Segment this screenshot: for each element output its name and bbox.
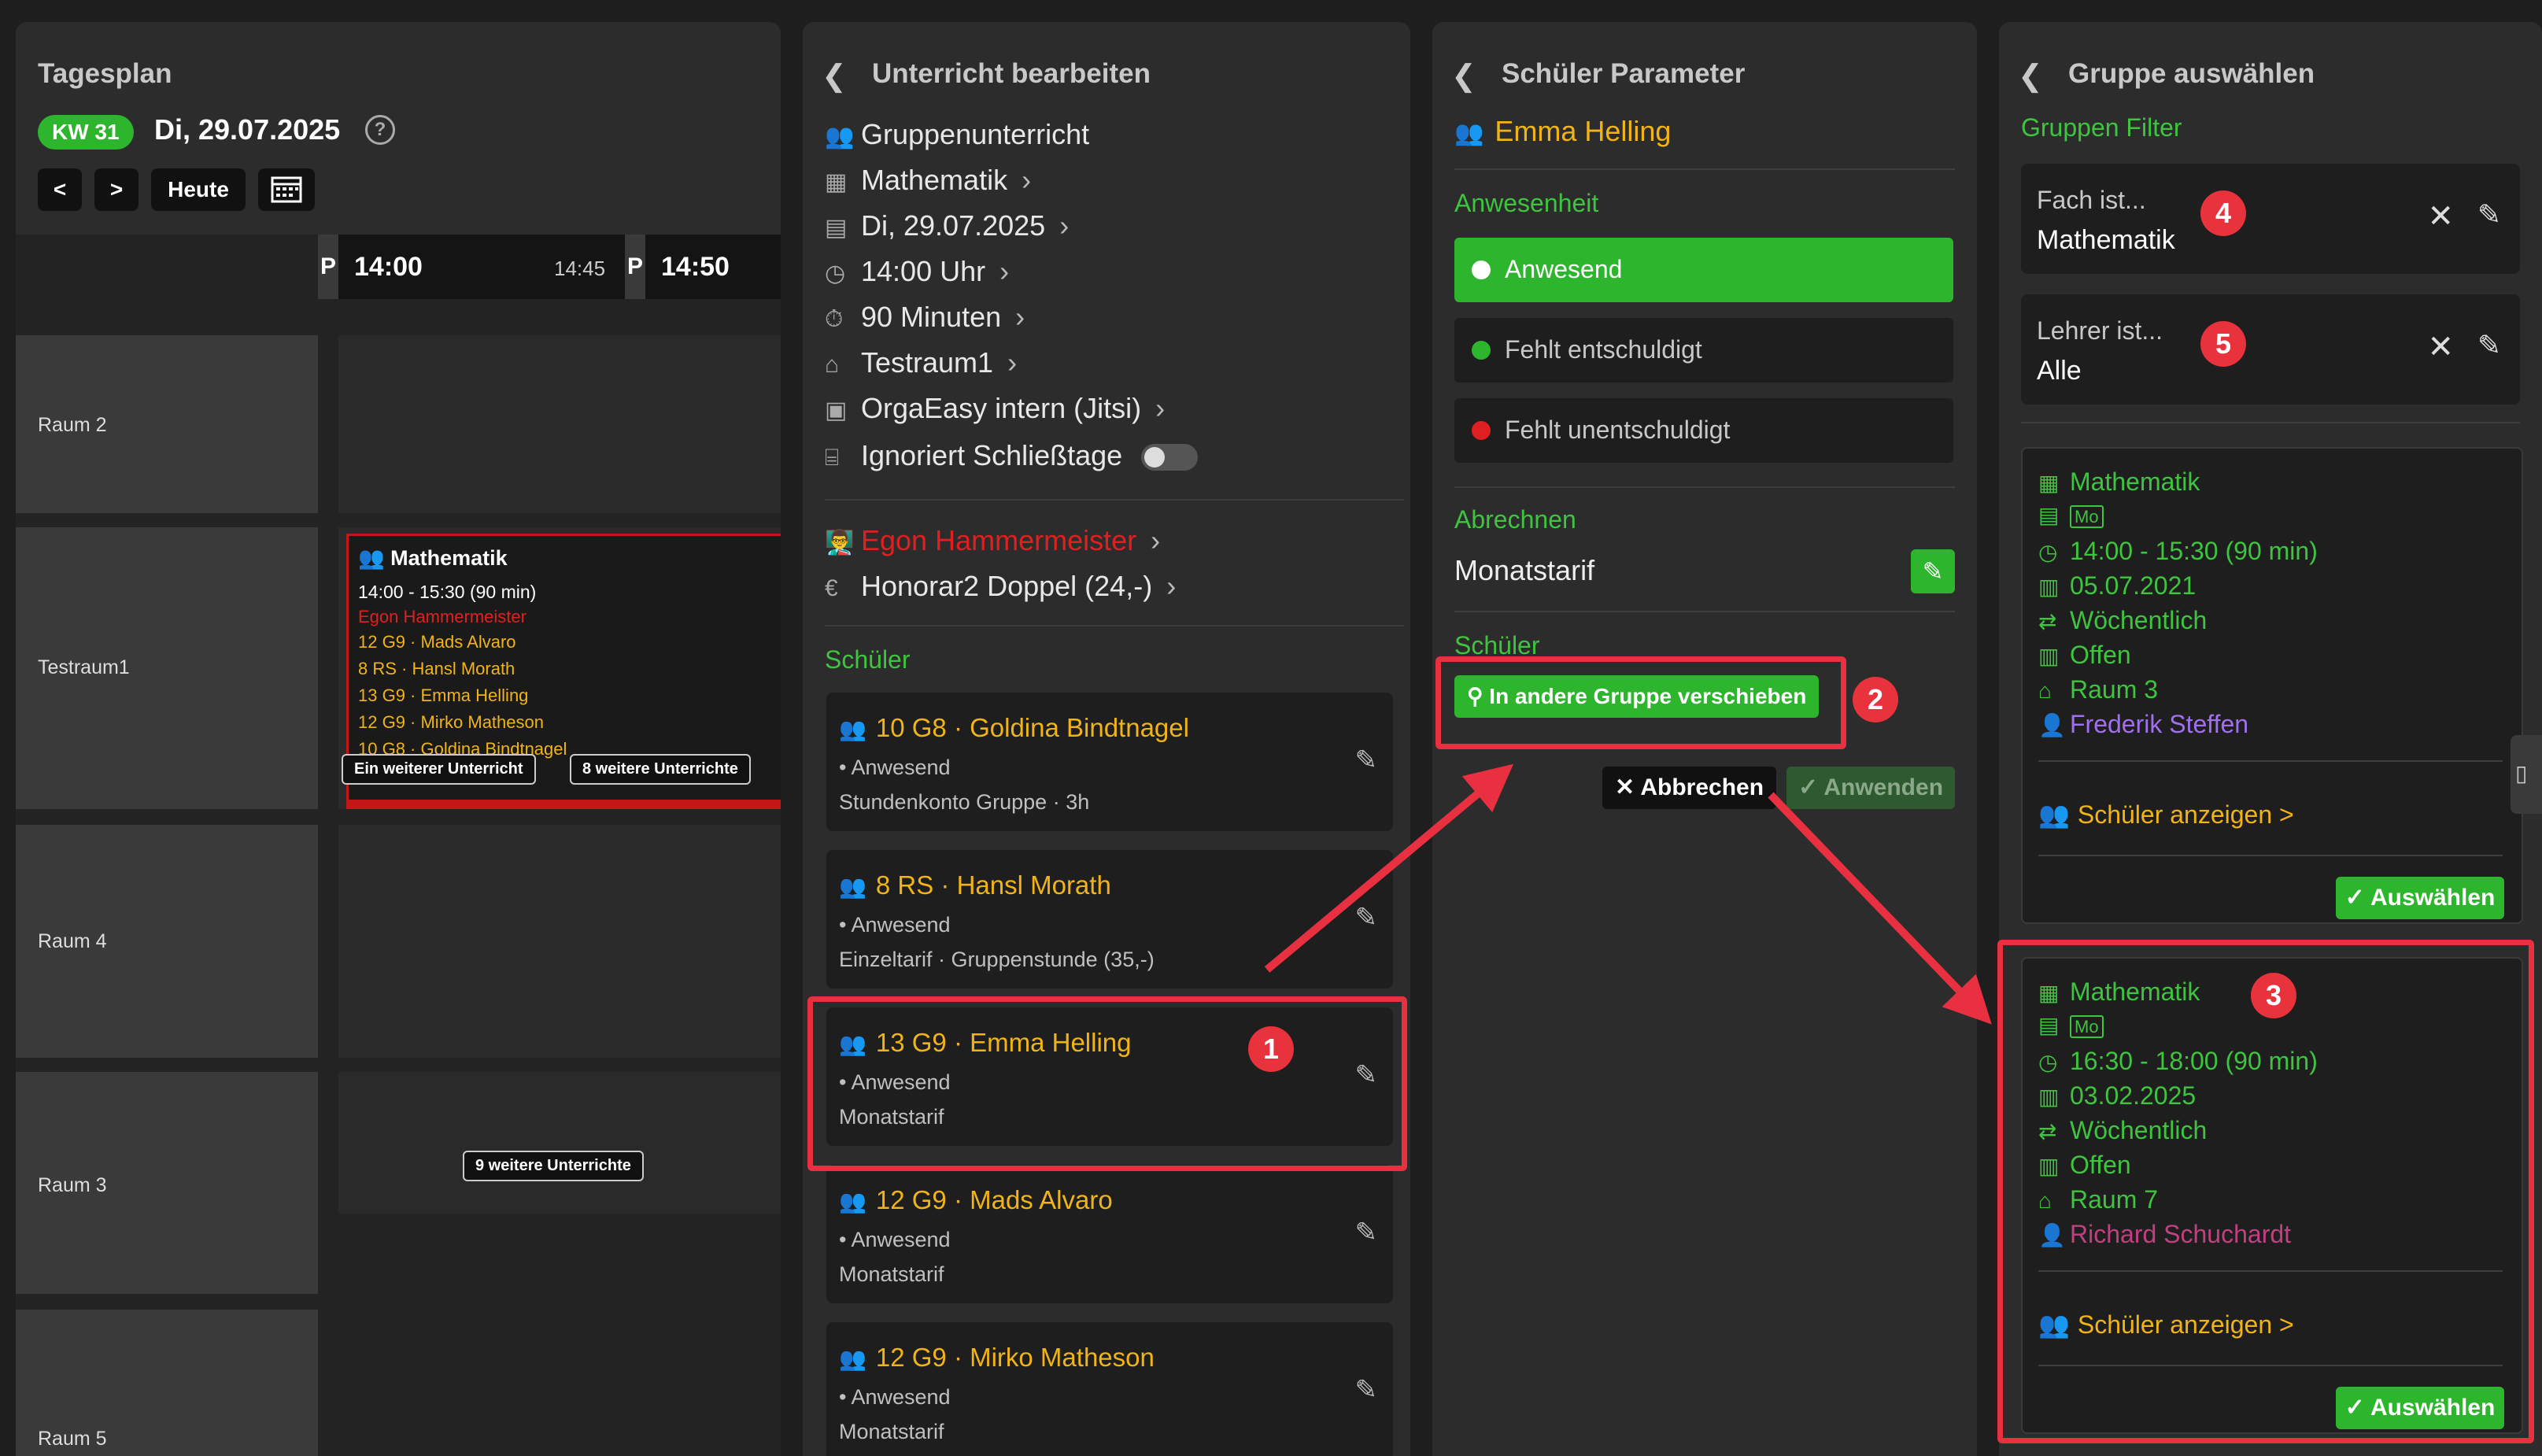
step-badge: 1 — [1248, 1026, 1294, 1072]
step-badge: 5 — [2200, 321, 2246, 367]
step-badge: 4 — [2200, 190, 2246, 236]
annotation-arrows — [1264, 763, 1992, 1025]
step-badge: 2 — [1853, 677, 1898, 722]
step-badge: 3 — [2251, 973, 2296, 1018]
